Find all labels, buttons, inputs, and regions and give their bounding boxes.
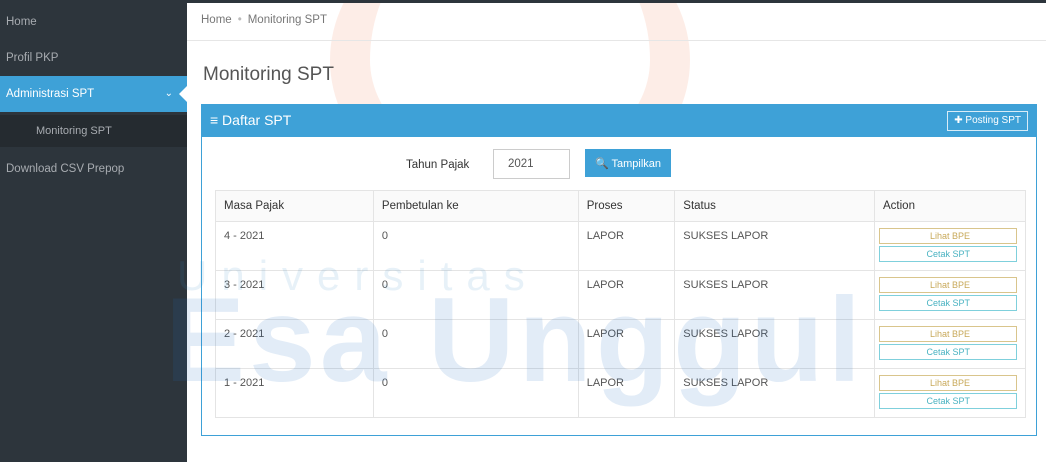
top-header-bar <box>187 0 1046 3</box>
chevron-down-icon: ⌄ <box>164 88 173 99</box>
sidebar-item-label: Profil PKP <box>6 52 59 64</box>
divider <box>187 40 1046 41</box>
cell-masa-pajak: 4 - 2021 <box>215 221 374 271</box>
cell-masa-pajak: 1 - 2021 <box>215 368 374 418</box>
cell-pembetulan: 0 <box>372 270 579 320</box>
tampilkan-button[interactable]: 🔍 Tampilkan <box>585 149 671 177</box>
cell-action: Lihat BPE Cetak SPT <box>874 221 1026 271</box>
posting-spt-button[interactable]: ✚ Posting SPT <box>947 111 1028 131</box>
sidebar-item-download-csv[interactable]: Download CSV Prepop <box>0 151 187 187</box>
sidebar: Home Profil PKP Administrasi SPT ⌄ Monit… <box>0 0 187 462</box>
cell-proses: LAPOR <box>577 270 676 320</box>
sidebar-item-label: Download CSV Prepop <box>6 163 125 175</box>
page-title: Monitoring SPT <box>203 64 334 85</box>
lihat-bpe-button[interactable]: Lihat BPE <box>879 375 1017 391</box>
cetak-spt-button[interactable]: Cetak SPT <box>879 295 1017 311</box>
cetak-spt-button[interactable]: Cetak SPT <box>879 344 1017 360</box>
cell-masa-pajak: 3 - 2021 <box>215 270 374 320</box>
table-header-row: Masa Pajak Pembetulan ke Proses Status A… <box>215 190 1026 222</box>
column-header-status: Status <box>674 190 875 222</box>
table-row: 4 - 2021 0 LAPOR SUKSES LAPOR Lihat BPE … <box>215 221 1026 271</box>
tahun-pajak-label: Tahun Pajak <box>406 159 470 171</box>
breadcrumb-current: Monitoring SPT <box>247 14 327 26</box>
sidebar-subitem-monitoring-spt[interactable]: Monitoring SPT <box>0 115 187 147</box>
cell-pembetulan: 0 <box>372 368 579 418</box>
sidebar-item-label: Home <box>6 16 37 28</box>
panel-title: ≡ Daftar SPT <box>210 112 292 128</box>
cell-action: Lihat BPE Cetak SPT <box>874 319 1026 369</box>
cell-action: Lihat BPE Cetak SPT <box>874 270 1026 320</box>
cell-proses: LAPOR <box>577 319 676 369</box>
lihat-bpe-button[interactable]: Lihat BPE <box>879 326 1017 342</box>
column-header-masa-pajak: Masa Pajak <box>215 190 374 222</box>
tahun-pajak-input[interactable] <box>493 149 570 179</box>
cell-status: SUKSES LAPOR <box>674 319 875 369</box>
sidebar-item-home[interactable]: Home <box>0 4 187 40</box>
cetak-spt-button[interactable]: Cetak SPT <box>879 246 1017 262</box>
cell-masa-pajak: 2 - 2021 <box>215 319 374 369</box>
cell-action: Lihat BPE Cetak SPT <box>874 368 1026 418</box>
breadcrumb-separator: • <box>237 14 242 26</box>
table-row: 1 - 2021 0 LAPOR SUKSES LAPOR Lihat BPE … <box>215 368 1026 418</box>
cell-status: SUKSES LAPOR <box>674 270 875 320</box>
cell-status: SUKSES LAPOR <box>674 221 875 271</box>
sidebar-item-label: Monitoring SPT <box>36 125 112 137</box>
cetak-spt-button[interactable]: Cetak SPT <box>879 393 1017 409</box>
spt-table: Masa Pajak Pembetulan ke Proses Status A… <box>215 190 1026 418</box>
sidebar-item-profil-pkp[interactable]: Profil PKP <box>0 40 187 76</box>
cell-status: SUKSES LAPOR <box>674 368 875 418</box>
cell-pembetulan: 0 <box>372 319 579 369</box>
column-header-pembetulan: Pembetulan ke <box>372 190 579 222</box>
table-row: 3 - 2021 0 LAPOR SUKSES LAPOR Lihat BPE … <box>215 270 1026 320</box>
cell-proses: LAPOR <box>577 368 676 418</box>
cell-proses: LAPOR <box>577 221 676 271</box>
sidebar-item-administrasi-spt[interactable]: Administrasi SPT ⌄ <box>0 76 187 112</box>
breadcrumb: Home • Monitoring SPT <box>201 14 327 26</box>
column-header-proses: Proses <box>577 190 676 222</box>
column-header-action: Action <box>874 190 1026 222</box>
cell-pembetulan: 0 <box>372 221 579 271</box>
breadcrumb-home-link[interactable]: Home <box>201 14 232 26</box>
lihat-bpe-button[interactable]: Lihat BPE <box>879 277 1017 293</box>
panel-header: ≡ Daftar SPT ✚ Posting SPT <box>202 104 1036 137</box>
lihat-bpe-button[interactable]: Lihat BPE <box>879 228 1017 244</box>
sidebar-item-label: Administrasi SPT <box>6 88 95 100</box>
table-row: 2 - 2021 0 LAPOR SUKSES LAPOR Lihat BPE … <box>215 319 1026 369</box>
